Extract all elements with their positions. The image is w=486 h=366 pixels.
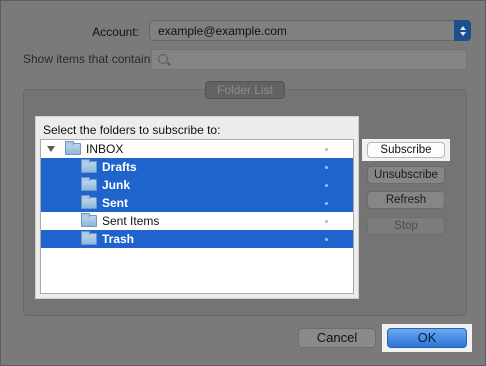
folder-prompt: Select the folders to subscribe to: (43, 123, 221, 137)
cancel-button[interactable]: Cancel (298, 328, 376, 348)
folder-list-tab[interactable]: Folder List (205, 81, 285, 99)
account-label: Account: (92, 25, 139, 39)
account-select[interactable]: example@example.com (149, 20, 471, 41)
folder-icon (81, 213, 97, 227)
ok-button[interactable]: OK (387, 328, 467, 348)
refresh-button[interactable]: Refresh (367, 191, 445, 209)
status-dot (325, 166, 328, 169)
folder-icon (65, 141, 81, 155)
filter-search-input[interactable] (151, 49, 467, 70)
folder-panel: Select the folders to subscribe to: INBO… (35, 116, 359, 299)
folder-name: Drafts (102, 160, 137, 174)
folder-name: Trash (102, 232, 135, 246)
subscribe-button[interactable]: Subscribe (367, 142, 445, 158)
status-dot (325, 184, 328, 187)
account-value: example@example.com (158, 24, 287, 38)
folder-name: INBOX (86, 142, 124, 156)
status-dot (325, 238, 328, 241)
status-dot (325, 202, 328, 205)
folder-row-junk[interactable]: Junk (41, 176, 353, 194)
status-dot (325, 148, 328, 151)
folder-name: Junk (102, 178, 131, 192)
folder-name: Sent (102, 196, 129, 210)
filter-label: Show items that contain: (23, 52, 154, 66)
folder-list[interactable]: INBOX Drafts Junk Sent Sent Items Trash (40, 139, 354, 294)
folder-row-inbox[interactable]: INBOX (41, 140, 353, 158)
search-icon (158, 54, 168, 64)
subscribe-folders-dialog: Account: example@example.com Show items … (0, 0, 486, 366)
folder-row-sent[interactable]: Sent (41, 194, 353, 212)
folder-row-drafts[interactable]: Drafts (41, 158, 353, 176)
chevron-updown-icon[interactable] (454, 20, 471, 41)
folder-name: Sent Items (102, 214, 160, 228)
status-dot (325, 220, 328, 223)
disclosure-triangle-icon[interactable] (47, 146, 55, 152)
folder-icon (81, 231, 97, 245)
folder-icon (81, 159, 97, 173)
folder-icon (81, 195, 97, 209)
folder-row-trash[interactable]: Trash (41, 230, 353, 248)
stop-button[interactable]: Stop (367, 217, 445, 235)
folder-row-sent-items[interactable]: Sent Items (41, 212, 353, 230)
folder-icon (81, 177, 97, 191)
unsubscribe-button[interactable]: Unsubscribe (367, 166, 445, 184)
